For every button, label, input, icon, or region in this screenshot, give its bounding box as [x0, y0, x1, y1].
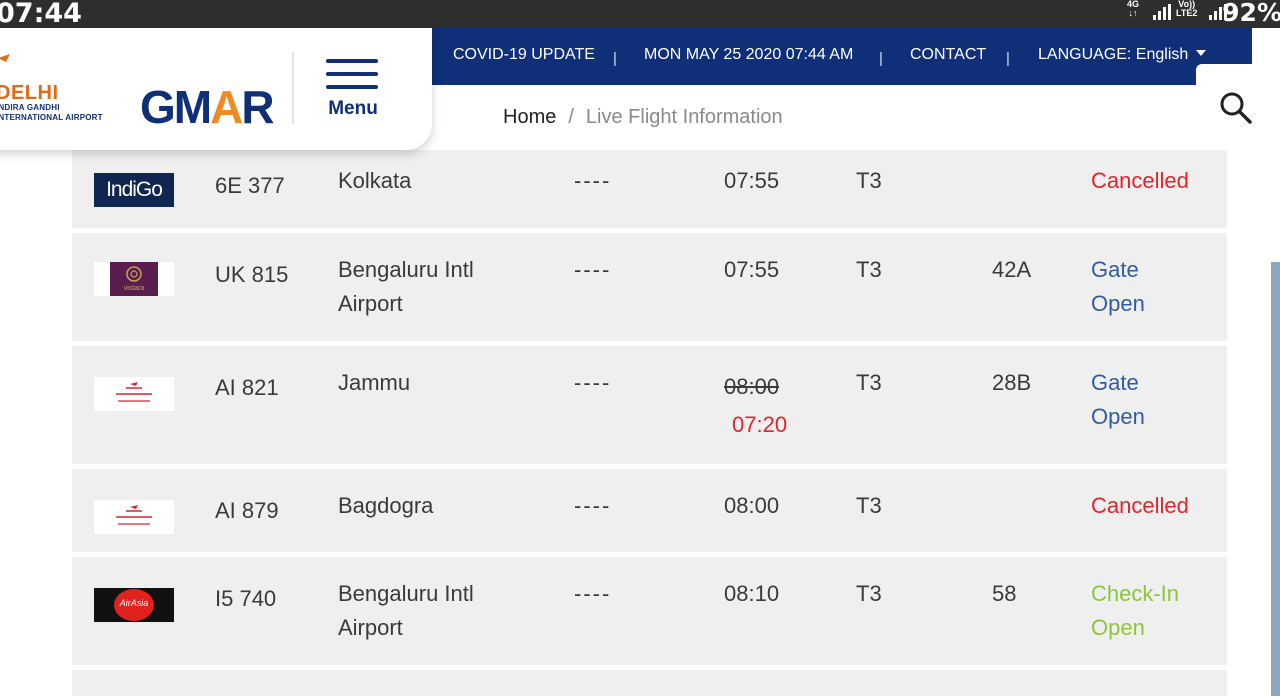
flight-number: AI 879 [215, 498, 279, 523]
signal-1-icon [1153, 4, 1171, 20]
airport-logo-title: DELHI [0, 82, 59, 104]
nav-contact[interactable]: CONTACT [910, 46, 986, 64]
menu-label: Menu [328, 98, 378, 119]
chevron-down-icon [1196, 50, 1207, 56]
flight-table: IndiGo 6E 377 Kolkata ---- 07:55 T3 Canc… [72, 150, 1227, 696]
network-4g-indicator: 4G ↓↑ [1127, 0, 1140, 18]
table-row[interactable]: AI 821 Jammu ---- 08:00 07:20 T3 28B Gat… [72, 346, 1227, 464]
airline-logo-air-india [94, 377, 174, 411]
flight-destination: Jammu [338, 370, 411, 395]
flight-time-revised: 07:20 [732, 412, 788, 437]
flight-time: 08:10 [724, 581, 780, 606]
nav-datetime: MON MAY 25 2020 07:44 AM [644, 46, 854, 63]
flight-destination: Bengaluru Intl Airport [338, 257, 474, 316]
flight-gate: 58 [992, 581, 1017, 606]
nav-separator: | [1006, 50, 1010, 67]
table-row[interactable]: IndiGo 6E 377 Kolkata ---- 07:55 T3 Canc… [72, 150, 1227, 228]
flight-gate: 42A [992, 257, 1032, 282]
airport-logo-line1: INDIRA GANDHI [0, 103, 60, 112]
breadcrumb-home[interactable]: Home [503, 106, 556, 128]
flight-terminal: T3 [856, 581, 882, 606]
nav-separator: | [613, 50, 617, 67]
airline-logo-air-india [94, 500, 174, 534]
nav-language-select[interactable]: LANGUAGE: English [1038, 46, 1207, 64]
breadcrumb-current: Live Flight Information [585, 106, 783, 128]
flight-time: 07:55 [724, 257, 780, 282]
airport-logo-line2: INTERNATIONAL AIRPORT [0, 113, 103, 122]
battery-level: 92% [1222, 0, 1280, 27]
nav-separator: | [879, 50, 883, 67]
table-row[interactable] [72, 670, 1227, 696]
status-bar: 07:44 4G ↓↑ Vo)) LTE2 92% [0, 0, 1280, 29]
flight-destination: Bengaluru Intl Airport [338, 581, 474, 640]
flight-time-scheduled: 08:00 [724, 374, 780, 399]
flight-number: 6E 377 [215, 173, 285, 198]
breadcrumb: Home / Live Flight Information [503, 106, 783, 129]
flight-via: ---- [574, 168, 612, 193]
site-header: DELHI INDIRA GANDHI INTERNATIONAL AIRPOR… [0, 28, 432, 150]
flight-number: UK 815 [215, 262, 289, 287]
flight-terminal: T3 [856, 257, 882, 282]
flight-number: I5 740 [215, 586, 277, 611]
language-label: LANGUAGE: English [1038, 46, 1189, 63]
flight-via: ---- [574, 370, 612, 395]
flight-terminal: T3 [856, 493, 882, 518]
flight-terminal: T3 [856, 370, 882, 395]
flight-time-cell: 08:00 07:20 [724, 370, 787, 442]
flight-destination: Bagdogra [338, 493, 434, 518]
nav-covid-update[interactable]: COVID-19 UPDATE [453, 46, 595, 64]
flight-number: AI 821 [215, 375, 279, 400]
flight-status: Cancelled [1091, 168, 1189, 193]
flight-status: Cancelled [1091, 493, 1189, 518]
top-nav-bar: COVID-19 UPDATE | MON MAY 25 2020 07:44 … [432, 28, 1252, 85]
network-lte2-indicator: Vo)) LTE2 [1176, 0, 1198, 18]
hamburger-icon [326, 59, 378, 63]
flight-destination: Kolkata [338, 168, 412, 193]
flight-via: ---- [574, 257, 612, 282]
table-row[interactable]: vistara UK 815 Bengaluru Intl Airport --… [72, 233, 1227, 341]
status-time: 07:44 [0, 0, 82, 29]
table-row[interactable]: AI 879 Bagdogra ---- 08:00 T3 Cancelled [72, 469, 1227, 552]
menu-button[interactable]: Menu [326, 59, 380, 125]
search-icon[interactable] [1219, 91, 1253, 125]
breadcrumb-separator: / [568, 106, 574, 128]
header-divider [292, 52, 294, 124]
table-row[interactable]: AirAsia I5 740 Bengaluru Intl Airport --… [72, 557, 1227, 665]
airport-logo-mark-icon [0, 54, 10, 62]
airport-logo[interactable]: DELHI INDIRA GANDHI INTERNATIONAL AIRPOR… [0, 83, 103, 123]
page-scrollbar[interactable] [1271, 262, 1280, 696]
flight-terminal: T3 [856, 168, 882, 193]
airline-logo-indigo: IndiGo [94, 173, 174, 207]
flight-time: 08:00 [724, 493, 780, 518]
gmr-logo[interactable]: GMAR [140, 82, 275, 132]
airasia-wordmark: AirAsia [119, 598, 149, 608]
flight-time: 07:55 [724, 168, 780, 193]
vistara-emblem-icon [126, 266, 142, 282]
vistara-wordmark: vistara [123, 285, 145, 292]
flight-via: ---- [574, 493, 612, 518]
flight-via: ---- [574, 581, 612, 606]
airline-logo-airasia: AirAsia [94, 588, 174, 622]
flight-status: Gate Open [1091, 370, 1145, 429]
flight-status: Check-In Open [1091, 581, 1180, 640]
flight-status: Gate Open [1091, 257, 1145, 316]
airline-logo-vistara: vistara [94, 262, 174, 296]
flight-gate: 28B [992, 370, 1032, 395]
